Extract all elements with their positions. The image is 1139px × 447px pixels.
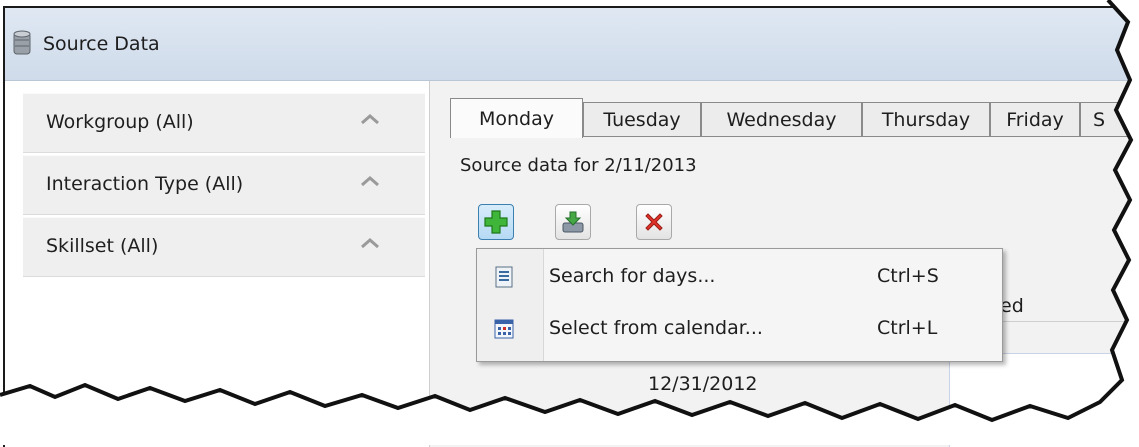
accordion-workgroup[interactable]: Workgroup (All)	[23, 93, 425, 153]
menu-item-select-calendar[interactable]: Select from calendar... Ctrl+L	[479, 304, 1000, 354]
delete-button[interactable]	[636, 204, 672, 240]
calendar-icon	[494, 319, 514, 339]
grid-area	[949, 353, 1139, 447]
source-date-label: Source data for 2/11/2013	[460, 155, 697, 176]
import-icon	[562, 211, 584, 233]
filter-panel: Workgroup (All) Interaction Type (All) S…	[5, 81, 430, 447]
accordion-skillset[interactable]: Skillset (All)	[23, 217, 425, 277]
chevron-up-icon[interactable]	[359, 174, 381, 188]
menu-item-search-days[interactable]: Search for days... Ctrl+S	[479, 252, 1000, 302]
document-list-icon	[495, 266, 513, 288]
window-title: Source Data	[43, 33, 160, 55]
tab-monday[interactable]: Monday	[450, 98, 583, 138]
menu-item-shortcut: Ctrl+S	[877, 265, 939, 287]
tab-wednesday[interactable]: Wednesday	[701, 102, 862, 136]
tab-friday[interactable]: Friday	[990, 102, 1080, 136]
add-button[interactable]	[478, 204, 514, 240]
source-data-window: Source Data Workgroup (All) Interaction …	[3, 6, 1139, 447]
tab-tuesday[interactable]: Tuesday	[583, 102, 701, 136]
tab-thursday[interactable]: Thursday	[862, 102, 990, 136]
title-bar: Source Data	[5, 8, 1139, 81]
chevron-up-icon[interactable]	[359, 112, 381, 126]
chevron-up-icon[interactable]	[359, 236, 381, 250]
add-icon	[484, 210, 508, 234]
database-icon	[13, 30, 31, 55]
date-list-item[interactable]: 12/31/2012	[648, 373, 758, 395]
accordion-label: Workgroup (All)	[46, 111, 194, 133]
accordion-label: Interaction Type (All)	[46, 173, 244, 195]
import-button[interactable]	[555, 204, 591, 240]
tab-saturday[interactable]: S	[1080, 102, 1139, 136]
menu-item-label: Search for days...	[549, 265, 716, 287]
menu-item-shortcut: Ctrl+L	[877, 317, 938, 339]
grid-header-line	[996, 321, 1139, 322]
delete-icon	[645, 213, 663, 231]
accordion-interaction-type[interactable]: Interaction Type (All)	[23, 155, 425, 215]
main-panel: Monday Tuesday Wednesday Thursday Friday…	[430, 81, 1139, 447]
add-dropdown-menu: Search for days... Ctrl+S Select from ca…	[476, 248, 1003, 362]
accordion-label: Skillset (All)	[46, 235, 159, 257]
day-tabs: Monday Tuesday Wednesday Thursday Friday…	[450, 98, 1139, 138]
menu-item-label: Select from calendar...	[549, 317, 763, 339]
column-header-partial: ed	[1000, 295, 1024, 317]
